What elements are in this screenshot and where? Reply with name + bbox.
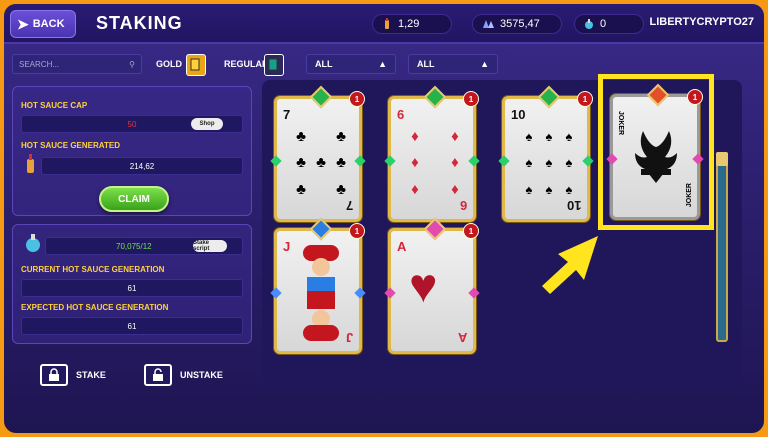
card-10-spades[interactable]: 1 10 ♠ ♠ ♠ ♠ ♠ ♠ ♠ ♠ ♠ 10 [498, 85, 594, 222]
back-arrow-icon: ➤ [17, 16, 29, 32]
card-rank: 10 [511, 107, 526, 122]
potion-balance: 0 [574, 14, 644, 34]
expected-generation-label: EXPECTED HOT SAUCE GENERATION [21, 303, 169, 312]
jack-portrait-icon [303, 245, 339, 341]
search-placeholder: SEARCH... [19, 59, 60, 69]
hot-sauce-cap-value: 50 [127, 119, 137, 129]
expected-generation-value: 61 [127, 321, 137, 331]
card-7-clubs[interactable]: 1 7 ♣ ♣ ♣ ♣ ♣ ♣ ♣ 7 [270, 85, 366, 222]
regular-cards-icon [268, 58, 278, 71]
card-rank: A [397, 239, 407, 254]
search-icon: ⚲ [129, 59, 135, 69]
club-pips: ♣ ♣ ♣ ♣ ♣ ♣ ♣ [296, 127, 346, 199]
card-j-diamonds[interactable]: 1 J J [270, 217, 366, 354]
crystal-balance: 3575,47 [472, 14, 562, 34]
card-rank-bottom: 10 [566, 198, 581, 213]
stake-script-button[interactable]: Stake script [193, 240, 227, 252]
hot-sauce-balance: 1,29 [372, 14, 452, 34]
stake-label: STAKE [76, 370, 106, 380]
hot-sauce-generated-field: 214,62 [41, 157, 243, 175]
potion-icon [585, 19, 593, 29]
dropdown-1-value: ALL [315, 59, 333, 69]
crystals-icon [483, 20, 494, 28]
card-rank: 6 [397, 107, 405, 122]
gold-filter-toggle[interactable] [186, 54, 206, 76]
diamond-pips: ♦ ♦ ♦ ♦ ♦ ♦ [411, 127, 459, 199]
unlock-icon [144, 364, 172, 386]
card-rank: J [283, 239, 291, 254]
card-a-hearts[interactable]: 1 A ♥ A [384, 217, 480, 354]
card-count-badge: 1 [577, 91, 593, 107]
chevron-up-icon: ▲ [378, 59, 387, 69]
regular-filter-label: REGULAR [224, 59, 269, 69]
search-input[interactable]: SEARCH... ⚲ [12, 54, 142, 74]
joker-highlight-box [598, 74, 714, 230]
back-button[interactable]: ➤ BACK [10, 10, 76, 38]
card-rank-bottom: 7 [345, 198, 353, 213]
card-rank-bottom: J [345, 330, 353, 345]
game-frame: ➤ BACK STAKING 1,29 3575,47 0 LIBERTYCRY… [4, 4, 764, 433]
spade-pips: ♠ ♠ ♠ ♠ ♠ ♠ ♠ ♠ ♠ [525, 128, 573, 198]
hot-sauce-bottle-icon [27, 154, 34, 173]
current-generation-field: 61 [21, 279, 243, 297]
card-rank-bottom: A [457, 330, 467, 345]
hot-sauce-cap-label: HOT SAUCE CAP [21, 101, 88, 110]
potion-progress-value: 70,075/12 [116, 241, 152, 251]
shop-button[interactable]: Shop [191, 118, 223, 130]
scrollbar-thumb[interactable] [716, 152, 728, 166]
hot-sauce-generated-label: HOT SAUCE GENERATED [21, 141, 120, 150]
yellow-arrow-icon [542, 236, 598, 294]
username: LIBERTYCRYPTO27 [649, 16, 754, 28]
back-label: BACK [32, 18, 65, 30]
card-rank: 7 [283, 107, 291, 122]
claim-button[interactable]: CLAIM [99, 186, 169, 212]
filter-dropdown-2[interactable]: ALL ▲ [408, 54, 498, 74]
hot-sauce-generated-value: 214,62 [129, 161, 155, 171]
crystal-value: 3575,47 [500, 18, 540, 30]
expected-generation-field: 61 [21, 317, 243, 335]
card-count-badge: 1 [463, 91, 479, 107]
lock-icon [40, 364, 68, 386]
potion-icon [26, 234, 40, 252]
top-bar: ➤ BACK STAKING 1,29 3575,47 0 LIBERTYCRY… [4, 4, 764, 44]
card-count-badge: 1 [349, 223, 365, 239]
filter-dropdown-1[interactable]: ALL ▲ [306, 54, 396, 74]
page-title: STAKING [96, 13, 183, 33]
unstake-label: UNSTAKE [180, 370, 223, 380]
unstake-button[interactable]: UNSTAKE [144, 364, 223, 386]
stake-button[interactable]: STAKE [40, 364, 106, 386]
chevron-up-icon: ▲ [480, 59, 489, 69]
hot-sauce-value: 1,29 [398, 18, 420, 30]
card-6-diamonds[interactable]: 1 6 ♦ ♦ ♦ ♦ ♦ ♦ 6 [384, 85, 480, 222]
regular-filter-toggle[interactable] [264, 54, 284, 76]
hot-sauce-bottle-icon [385, 18, 389, 29]
generation-panel: 70,075/12 Stake script CURRENT HOT SAUCE… [12, 224, 252, 344]
current-generation-label: CURRENT HOT SAUCE GENERATION [21, 265, 165, 274]
card-count-badge: 1 [349, 91, 365, 107]
card-count-badge: 1 [463, 223, 479, 239]
gold-cards-icon [190, 58, 200, 71]
dropdown-2-value: ALL [417, 59, 435, 69]
gold-filter-label: GOLD [156, 59, 182, 69]
card-scrollbar[interactable] [716, 152, 728, 342]
card-rank-bottom: 6 [459, 198, 467, 213]
potion-value: 0 [600, 18, 607, 30]
heart-pip: ♥ [409, 260, 438, 313]
current-generation-value: 61 [127, 283, 137, 293]
